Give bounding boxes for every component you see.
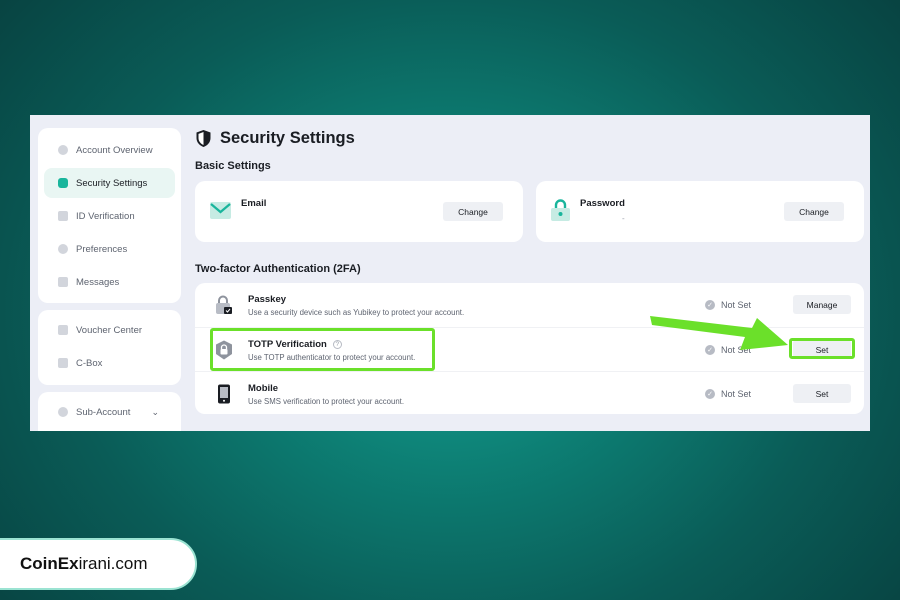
brand-name-rest: irani.com bbox=[78, 554, 148, 573]
screenshot-frame: Account Overview Security Settings ID Ve… bbox=[30, 115, 870, 431]
brand-name-bold: CoinEx bbox=[20, 554, 79, 573]
brand-badge: CoinEx irani.com bbox=[0, 538, 197, 590]
green-arrow-annotation bbox=[650, 316, 788, 350]
